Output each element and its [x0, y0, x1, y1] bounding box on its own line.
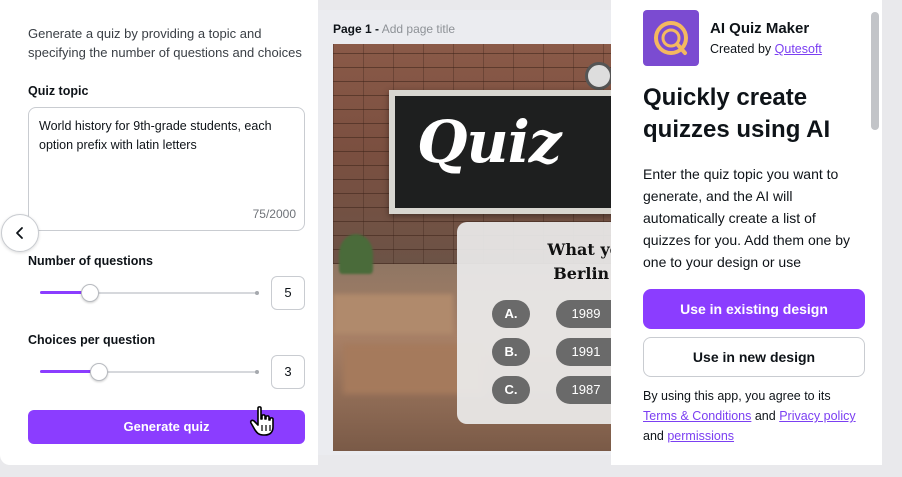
quiz-logo-icon	[654, 21, 688, 55]
question-card[interactable]: What year Berlin W A. 1989 B. 1991 C. 19…	[457, 222, 611, 424]
and-text: and	[754, 409, 776, 423]
terms-notice: By using this app, you agree to its Term…	[643, 386, 873, 446]
privacy-policy-link[interactable]: Privacy policy	[779, 409, 855, 423]
character-counter: 75/2000	[252, 207, 296, 221]
quiz-board-title[interactable]: Quiz	[417, 108, 562, 176]
app-info-panel: AI Quiz Maker Created by Qutesoft Quickl…	[611, 0, 882, 465]
intro-text: Generate a quiz by providing a topic and…	[28, 26, 302, 60]
creator-link[interactable]: Qutesoft	[775, 42, 822, 56]
collapse-panel-button[interactable]	[1, 214, 39, 252]
app-creator: Created by Qutesoft	[710, 42, 822, 56]
use-in-new-design-button[interactable]: Use in new design	[643, 337, 865, 377]
bottom-edge	[0, 465, 902, 477]
use-in-existing-design-button[interactable]: Use in existing design	[643, 289, 865, 329]
created-by-label: Created by	[710, 42, 772, 56]
quiz-settings-panel: Generate a quiz by providing a topic and…	[0, 0, 318, 465]
choices-slider[interactable]	[40, 362, 259, 382]
question-text[interactable]: What year Berlin W	[533, 238, 611, 286]
questions-slider[interactable]	[40, 283, 259, 303]
and-text: and	[643, 429, 664, 443]
option-letter[interactable]: C.	[492, 376, 530, 404]
page-number: Page 1 -	[333, 22, 380, 36]
slider-thumb[interactable]	[81, 284, 100, 302]
terms-prefix: By using this app, you agree to its	[643, 389, 831, 403]
terms-link[interactable]: Terms & Conditions	[643, 409, 751, 423]
chevron-left-icon	[16, 227, 23, 239]
questions-count-input[interactable]: 5	[271, 276, 305, 310]
desk-image	[333, 294, 453, 334]
app-description: Enter the quiz topic you want to generat…	[643, 166, 851, 270]
option-value[interactable]: 1991	[556, 338, 611, 366]
design-page[interactable]: Quiz What year Berlin W A. 1989 B. 1991 …	[333, 44, 611, 451]
app-window: Generate a quiz by providing a topic and…	[0, 0, 902, 477]
add-page-title[interactable]: Add page title	[382, 22, 455, 36]
choices-per-question-label: Choices per question	[28, 333, 156, 347]
option-letter[interactable]: B.	[492, 338, 530, 366]
scrollbar[interactable]	[871, 12, 879, 130]
page-label: Page 1 - Add page title	[333, 22, 455, 36]
quiz-topic-value: World history for 9th-grade students, ea…	[39, 119, 272, 152]
wall-clock-image	[585, 62, 611, 90]
app-headline: Quickly create quizzes using AI	[643, 84, 831, 143]
app-name: AI Quiz Maker	[710, 20, 810, 37]
number-of-questions-label: Number of questions	[28, 254, 154, 268]
quiz-topic-label: Quiz topic	[28, 84, 89, 98]
permissions-link[interactable]: permissions	[667, 429, 734, 443]
quiz-topic-textarea[interactable]: World history for 9th-grade students, ea…	[28, 107, 305, 231]
slider-end-dot	[255, 370, 259, 374]
app-logo-icon	[643, 10, 699, 66]
plant-image	[339, 234, 373, 274]
hand-pointer-cursor-icon	[249, 406, 274, 436]
slider-thumb[interactable]	[89, 363, 108, 381]
option-value[interactable]: 1987	[556, 376, 611, 404]
option-value[interactable]: 1989	[556, 300, 611, 328]
slider-end-dot	[255, 291, 259, 295]
design-canvas-area: Page 1 - Add page title Quiz What year B…	[318, 10, 611, 455]
app-info-scroll-area[interactable]: AI Quiz Maker Created by Qutesoft Quickl…	[611, 0, 882, 272]
choices-count-input[interactable]: 3	[271, 355, 305, 389]
option-letter[interactable]: A.	[492, 300, 530, 328]
